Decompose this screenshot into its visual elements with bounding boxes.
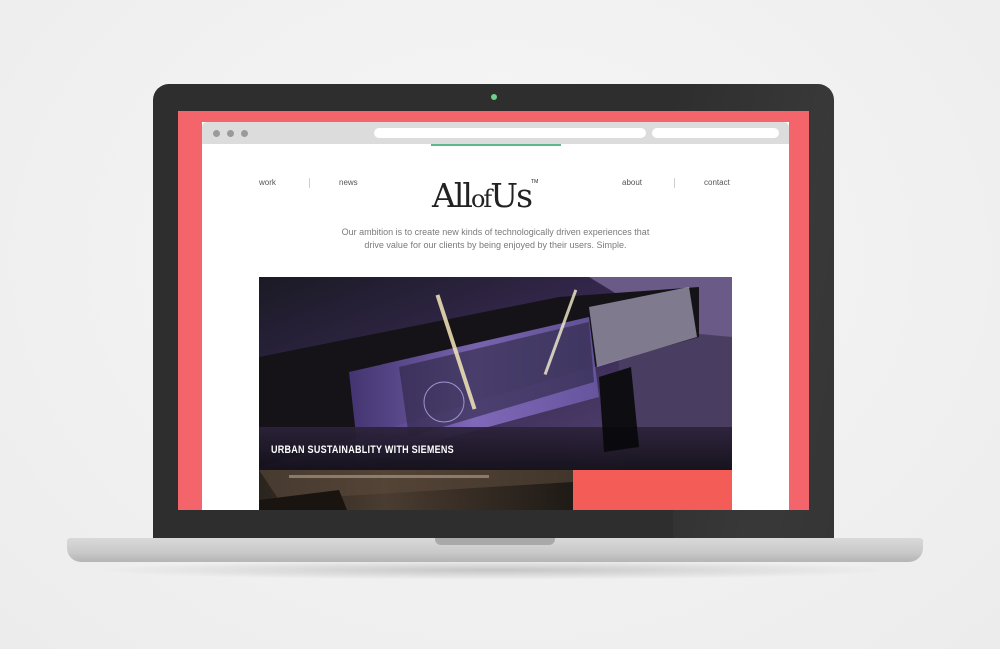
search-bar[interactable] — [652, 128, 779, 138]
nav-work-link[interactable]: work — [259, 178, 276, 187]
web-page: work news AllofUsTM about contact Our am… — [202, 144, 789, 510]
site-logo[interactable]: AllofUsTM — [432, 162, 562, 219]
logo-part: of — [470, 185, 492, 213]
logo-part: All — [432, 176, 473, 215]
nav-about-link[interactable]: about — [622, 178, 642, 187]
camera-icon — [491, 94, 497, 100]
nav-news-link[interactable]: news — [339, 178, 358, 187]
browser-dot-icon[interactable] — [213, 130, 220, 137]
hero-caption: URBAN SUSTAINABLITY WITH SIEMENS — [271, 444, 454, 456]
laptop-mockup-scene: work news AllofUsTM about contact Our am… — [0, 0, 1000, 649]
hero-project-tile[interactable]: URBAN SUSTAINABLITY WITH SIEMENS — [259, 277, 732, 470]
logo-trademark: TM — [531, 179, 539, 185]
project-tile-image[interactable] — [259, 470, 573, 510]
project-tile-color[interactable] — [573, 470, 732, 510]
browser-toolbar — [202, 122, 789, 144]
logo-part: Us — [490, 176, 533, 215]
address-bar[interactable] — [374, 128, 646, 138]
tagline-line: Our ambition is to create new kinds of t… — [341, 227, 650, 237]
browser-dot-icon[interactable] — [227, 130, 234, 137]
tagline: Our ambition is to create new kinds of t… — [322, 226, 669, 252]
project-tile-photo — [259, 470, 573, 510]
browser-window: work news AllofUsTM about contact Our am… — [202, 122, 789, 510]
laptop-base — [67, 538, 923, 562]
laptop-screen: work news AllofUsTM about contact Our am… — [178, 111, 809, 510]
browser-dot-icon[interactable] — [241, 130, 248, 137]
laptop-base-notch — [435, 538, 555, 545]
laptop-shadow — [90, 560, 900, 580]
nav-contact-link[interactable]: contact — [704, 178, 730, 187]
tagline-line: drive value for our clients by being enj… — [364, 240, 627, 250]
nav-divider — [674, 178, 675, 188]
laptop-lid: work news AllofUsTM about contact Our am… — [153, 84, 834, 542]
nav-divider — [309, 178, 310, 188]
hero-image — [259, 277, 732, 470]
top-accent-line — [431, 144, 561, 146]
